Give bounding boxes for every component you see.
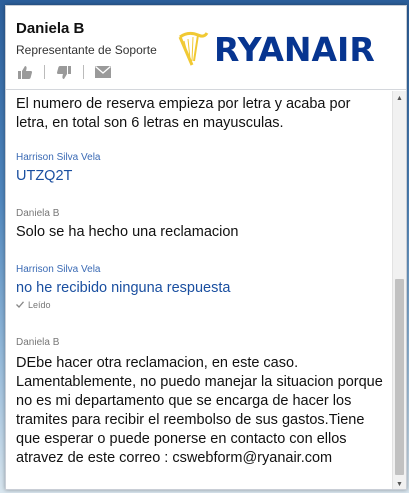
read-receipt: Leído xyxy=(16,300,386,310)
message-text: Solo se ha hecho una reclamacion xyxy=(16,224,239,240)
chat-message: Daniela B DEbe hacer otra reclamacion, e… xyxy=(16,337,386,468)
logo-text: RYANAIR xyxy=(214,29,375,69)
chat-message: Daniela B Solo se ha hecho una reclamaci… xyxy=(16,208,386,242)
chat-message: Harrison Silva Vela no he recibido ningu… xyxy=(16,264,386,310)
message-sender: Harrison Silva Vela xyxy=(16,264,101,275)
agent-role: Representante de Soporte xyxy=(16,43,157,57)
harp-icon xyxy=(178,31,209,66)
thumbs-down-icon[interactable] xyxy=(55,64,73,80)
chat-message: El numero de reserva empieza por letra y… xyxy=(16,95,386,133)
agent-name: Daniela B xyxy=(16,20,85,37)
message-sender: Harrison Silva Vela xyxy=(16,152,101,163)
action-separator xyxy=(83,65,84,79)
message-sender: Daniela B xyxy=(16,208,60,219)
message-text: DEbe hacer otra reclamacion, en este cas… xyxy=(16,355,383,466)
message-text: no he recibido ninguna respuesta xyxy=(16,280,231,296)
envelope-icon[interactable] xyxy=(94,64,112,80)
chat-message: Harrison Silva Vela UTZQ2T xyxy=(16,152,386,186)
action-separator xyxy=(44,65,45,79)
checkmark-icon xyxy=(16,300,24,310)
scroll-thumb[interactable] xyxy=(395,279,404,475)
chat-header: Daniela B Representante de Soporte RYANA… xyxy=(6,6,406,90)
rating-actions xyxy=(16,62,112,82)
chat-window: Daniela B Representante de Soporte RYANA… xyxy=(5,5,407,490)
message-text: UTZQ2T xyxy=(16,168,73,184)
scroll-down-arrow-icon[interactable]: ▼ xyxy=(393,477,406,489)
ryanair-logo: RYANAIR xyxy=(174,22,396,76)
chat-transcript: El numero de reserva empieza por letra y… xyxy=(6,91,394,489)
read-status: Leído xyxy=(28,300,51,310)
transcript-scrollbar[interactable]: ▲ ▼ xyxy=(392,91,406,489)
thumbs-up-icon[interactable] xyxy=(16,64,34,80)
message-text: El numero de reserva empieza por letra y… xyxy=(16,96,351,131)
message-sender: Daniela B xyxy=(16,337,60,348)
scroll-up-arrow-icon[interactable]: ▲ xyxy=(393,91,406,105)
